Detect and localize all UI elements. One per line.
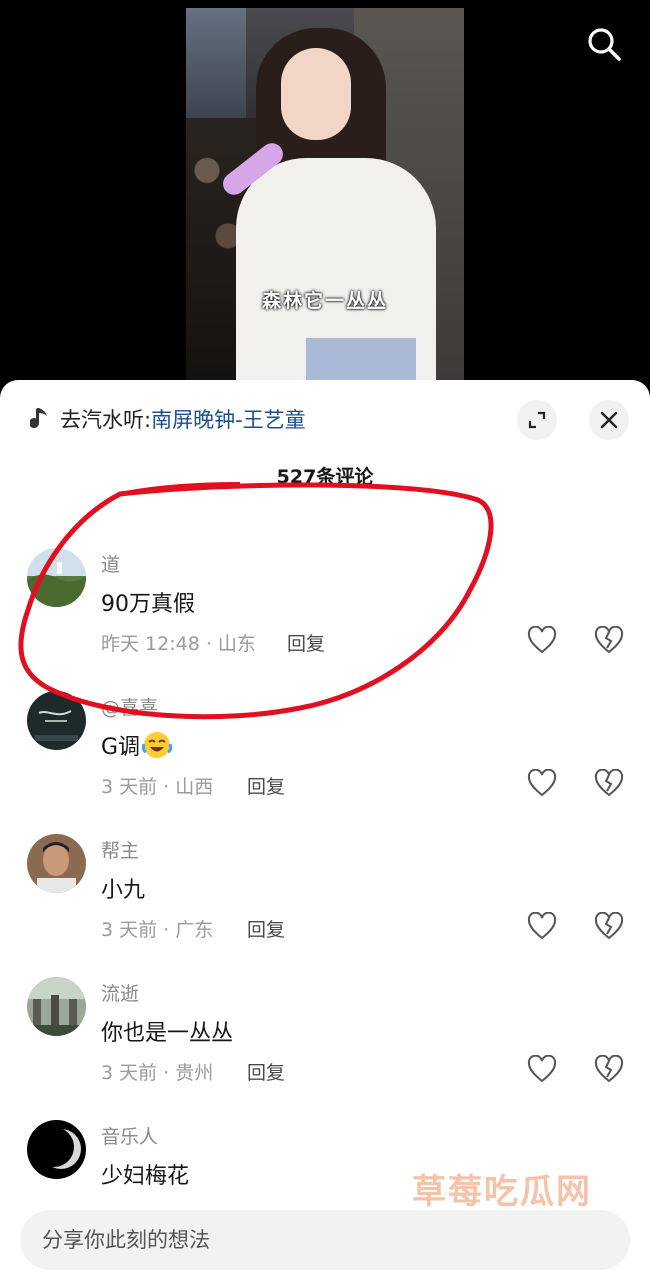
video-frame[interactable]: 森林它一丛丛	[186, 8, 464, 380]
expand-button[interactable]	[517, 400, 557, 440]
avatar-image	[27, 834, 86, 893]
music-song-title[interactable]: 南屏晚钟-王艺童	[151, 404, 306, 434]
heart-icon[interactable]	[527, 1055, 557, 1083]
laughing-crying-emoji	[142, 732, 173, 758]
background-lights	[186, 8, 246, 128]
heart-icon[interactable]	[527, 769, 557, 797]
comment-username[interactable]: 帮主	[101, 836, 139, 863]
reply-button[interactable]: 回复	[247, 915, 285, 942]
broken-heart-icon[interactable]	[594, 912, 624, 940]
comment-input[interactable]	[42, 1228, 582, 1252]
comment-meta: 3 天前 · 贵州	[101, 1062, 214, 1084]
comment-item: 帮主 小九 3 天前 · 广东 回复	[0, 834, 650, 977]
comment-text: 你也是一丛丛	[101, 1021, 234, 1046]
comment-item: 流逝 你也是一丛丛 3 天前 · 贵州 回复	[0, 977, 650, 1120]
avatar-image	[27, 691, 86, 750]
avatar-image	[27, 977, 86, 1036]
singer-jeans	[306, 338, 416, 380]
comment-sheet: 去汽水听: 南屏晚钟-王艺童 527条评论 道 90万真假 昨天 12:48 ·…	[0, 380, 650, 1280]
broken-heart-icon[interactable]	[594, 626, 624, 654]
heart-icon[interactable]	[527, 912, 557, 940]
avatar-image	[27, 1120, 86, 1179]
comment-text: 小九	[101, 878, 146, 903]
close-button[interactable]	[589, 400, 629, 440]
comment-item: @喜喜 G调 3 天前 · 山西 回复	[0, 691, 650, 834]
search-button[interactable]	[584, 24, 624, 64]
reply-button[interactable]: 回复	[247, 772, 285, 799]
comment-text: 少妇梅花	[101, 1164, 190, 1189]
comment-text: G调	[101, 729, 173, 761]
broken-heart-icon[interactable]	[594, 769, 624, 797]
video-lyric-caption: 森林它一丛丛	[261, 290, 388, 312]
comment-text: 90万真假	[101, 592, 195, 617]
avatar[interactable]	[27, 1120, 86, 1179]
comment-meta: 3 天前 · 山西	[101, 776, 214, 798]
comment-username[interactable]: 音乐人	[101, 1122, 158, 1149]
music-link[interactable]: 去汽水听: 南屏晚钟-王艺童	[30, 404, 306, 434]
singer-face	[281, 48, 351, 140]
broken-heart-icon[interactable]	[594, 1055, 624, 1083]
comment-username[interactable]: 道	[101, 550, 120, 577]
comment-username[interactable]: 流逝	[101, 979, 139, 1006]
avatar-image	[27, 548, 86, 607]
comment-meta: 昨天 12:48 · 山东	[101, 633, 256, 655]
heart-icon[interactable]	[527, 626, 557, 654]
expand-icon	[528, 411, 546, 429]
music-prefix: 去汽水听:	[60, 408, 152, 432]
search-icon	[588, 28, 621, 61]
comment-item: 道 90万真假 昨天 12:48 · 山东 回复	[0, 548, 650, 691]
avatar[interactable]	[27, 977, 86, 1036]
comment-count: 527条评论	[276, 466, 374, 488]
comment-meta: 3 天前 · 广东	[101, 919, 214, 941]
close-icon	[600, 411, 618, 429]
video-player[interactable]: 森林它一丛丛	[0, 0, 650, 400]
comment-username[interactable]: @喜喜	[101, 693, 158, 720]
reply-button[interactable]: 回复	[247, 1058, 285, 1085]
avatar[interactable]	[27, 834, 86, 893]
avatar[interactable]	[27, 548, 86, 607]
comment-text-body: G调	[101, 735, 141, 760]
avatar[interactable]	[27, 691, 86, 750]
reply-button[interactable]: 回复	[287, 629, 325, 656]
music-note-icon	[30, 408, 47, 429]
comment-input-bar[interactable]	[20, 1210, 630, 1270]
